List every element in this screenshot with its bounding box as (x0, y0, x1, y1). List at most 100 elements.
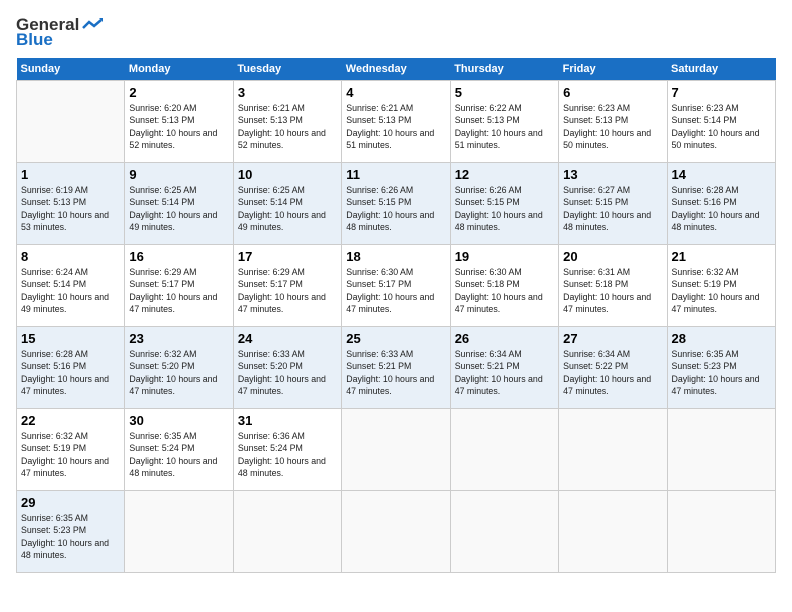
sunset-text: Sunset: 5:13 PM (238, 114, 337, 126)
day-number: 19 (455, 249, 554, 264)
calendar-cell: 6 Sunrise: 6:23 AM Sunset: 5:13 PM Dayli… (559, 81, 667, 163)
weekday-header-friday: Friday (559, 58, 667, 81)
day-info: Sunrise: 6:24 AM Sunset: 5:14 PM Dayligh… (21, 266, 120, 315)
day-info: Sunrise: 6:27 AM Sunset: 5:15 PM Dayligh… (563, 184, 662, 233)
calendar-cell: 22 Sunrise: 6:32 AM Sunset: 5:19 PM Dayl… (17, 409, 125, 491)
sunset-text: Sunset: 5:18 PM (563, 278, 662, 290)
sunrise-text: Sunrise: 6:33 AM (346, 348, 445, 360)
logo-blue: Blue (16, 31, 103, 48)
weekday-header-wednesday: Wednesday (342, 58, 450, 81)
sunset-text: Sunset: 5:16 PM (672, 196, 771, 208)
daylight-text: Daylight: 10 hours and 47 minutes. (238, 291, 337, 316)
weekday-header-monday: Monday (125, 58, 233, 81)
calendar-cell: 15 Sunrise: 6:28 AM Sunset: 5:16 PM Dayl… (17, 327, 125, 409)
sunrise-text: Sunrise: 6:32 AM (129, 348, 228, 360)
calendar-cell (450, 491, 558, 573)
calendar-cell: 1 Sunrise: 6:19 AM Sunset: 5:13 PM Dayli… (17, 163, 125, 245)
day-number: 30 (129, 413, 228, 428)
day-number: 26 (455, 331, 554, 346)
sunrise-text: Sunrise: 6:35 AM (21, 512, 120, 524)
weekday-header-sunday: Sunday (17, 58, 125, 81)
sunrise-text: Sunrise: 6:26 AM (455, 184, 554, 196)
day-info: Sunrise: 6:35 AM Sunset: 5:23 PM Dayligh… (672, 348, 771, 397)
calendar-row-0: 2 Sunrise: 6:20 AM Sunset: 5:13 PM Dayli… (17, 81, 776, 163)
day-info: Sunrise: 6:33 AM Sunset: 5:21 PM Dayligh… (346, 348, 445, 397)
calendar-row-3: 15 Sunrise: 6:28 AM Sunset: 5:16 PM Dayl… (17, 327, 776, 409)
sunrise-text: Sunrise: 6:32 AM (21, 430, 120, 442)
sunrise-text: Sunrise: 6:34 AM (455, 348, 554, 360)
day-info: Sunrise: 6:29 AM Sunset: 5:17 PM Dayligh… (129, 266, 228, 315)
daylight-text: Daylight: 10 hours and 48 minutes. (238, 455, 337, 480)
sunset-text: Sunset: 5:23 PM (21, 524, 120, 536)
calendar-cell: 4 Sunrise: 6:21 AM Sunset: 5:13 PM Dayli… (342, 81, 450, 163)
sunrise-text: Sunrise: 6:25 AM (238, 184, 337, 196)
sunrise-text: Sunrise: 6:19 AM (21, 184, 120, 196)
calendar-cell (342, 409, 450, 491)
day-info: Sunrise: 6:31 AM Sunset: 5:18 PM Dayligh… (563, 266, 662, 315)
calendar-cell: 2 Sunrise: 6:20 AM Sunset: 5:13 PM Dayli… (125, 81, 233, 163)
day-number: 25 (346, 331, 445, 346)
sunrise-text: Sunrise: 6:28 AM (672, 184, 771, 196)
calendar-cell: 26 Sunrise: 6:34 AM Sunset: 5:21 PM Dayl… (450, 327, 558, 409)
calendar-cell: 11 Sunrise: 6:26 AM Sunset: 5:15 PM Dayl… (342, 163, 450, 245)
day-number: 7 (672, 85, 771, 100)
weekday-header-thursday: Thursday (450, 58, 558, 81)
day-info: Sunrise: 6:26 AM Sunset: 5:15 PM Dayligh… (455, 184, 554, 233)
daylight-text: Daylight: 10 hours and 47 minutes. (346, 373, 445, 398)
day-info: Sunrise: 6:19 AM Sunset: 5:13 PM Dayligh… (21, 184, 120, 233)
sunrise-text: Sunrise: 6:21 AM (238, 102, 337, 114)
calendar-cell: 18 Sunrise: 6:30 AM Sunset: 5:17 PM Dayl… (342, 245, 450, 327)
calendar-cell: 24 Sunrise: 6:33 AM Sunset: 5:20 PM Dayl… (233, 327, 341, 409)
daylight-text: Daylight: 10 hours and 47 minutes. (563, 373, 662, 398)
sunrise-text: Sunrise: 6:21 AM (346, 102, 445, 114)
day-info: Sunrise: 6:26 AM Sunset: 5:15 PM Dayligh… (346, 184, 445, 233)
sunrise-text: Sunrise: 6:35 AM (672, 348, 771, 360)
sunrise-text: Sunrise: 6:35 AM (129, 430, 228, 442)
day-number: 22 (21, 413, 120, 428)
day-number: 1 (21, 167, 120, 182)
sunrise-text: Sunrise: 6:30 AM (346, 266, 445, 278)
day-number: 15 (21, 331, 120, 346)
day-info: Sunrise: 6:30 AM Sunset: 5:18 PM Dayligh… (455, 266, 554, 315)
sunrise-text: Sunrise: 6:29 AM (238, 266, 337, 278)
weekday-header-saturday: Saturday (667, 58, 775, 81)
sunset-text: Sunset: 5:13 PM (129, 114, 228, 126)
sunset-text: Sunset: 5:17 PM (238, 278, 337, 290)
day-number: 27 (563, 331, 662, 346)
calendar-cell: 13 Sunrise: 6:27 AM Sunset: 5:15 PM Dayl… (559, 163, 667, 245)
daylight-text: Daylight: 10 hours and 47 minutes. (346, 291, 445, 316)
calendar-cell: 21 Sunrise: 6:32 AM Sunset: 5:19 PM Dayl… (667, 245, 775, 327)
daylight-text: Daylight: 10 hours and 51 minutes. (455, 127, 554, 152)
daylight-text: Daylight: 10 hours and 51 minutes. (346, 127, 445, 152)
daylight-text: Daylight: 10 hours and 47 minutes. (129, 291, 228, 316)
day-number: 12 (455, 167, 554, 182)
day-number: 18 (346, 249, 445, 264)
day-number: 3 (238, 85, 337, 100)
calendar-cell: 12 Sunrise: 6:26 AM Sunset: 5:15 PM Dayl… (450, 163, 558, 245)
calendar-cell: 17 Sunrise: 6:29 AM Sunset: 5:17 PM Dayl… (233, 245, 341, 327)
sunset-text: Sunset: 5:22 PM (563, 360, 662, 372)
calendar-cell (233, 491, 341, 573)
calendar-row-5: 29 Sunrise: 6:35 AM Sunset: 5:23 PM Dayl… (17, 491, 776, 573)
calendar-cell: 9 Sunrise: 6:25 AM Sunset: 5:14 PM Dayli… (125, 163, 233, 245)
sunset-text: Sunset: 5:20 PM (129, 360, 228, 372)
day-number: 13 (563, 167, 662, 182)
day-info: Sunrise: 6:29 AM Sunset: 5:17 PM Dayligh… (238, 266, 337, 315)
sunrise-text: Sunrise: 6:25 AM (129, 184, 228, 196)
day-number: 9 (129, 167, 228, 182)
sunset-text: Sunset: 5:14 PM (21, 278, 120, 290)
sunset-text: Sunset: 5:17 PM (346, 278, 445, 290)
calendar-cell: 31 Sunrise: 6:36 AM Sunset: 5:24 PM Dayl… (233, 409, 341, 491)
calendar-cell (450, 409, 558, 491)
day-number: 20 (563, 249, 662, 264)
sunset-text: Sunset: 5:17 PM (129, 278, 228, 290)
daylight-text: Daylight: 10 hours and 48 minutes. (672, 209, 771, 234)
daylight-text: Daylight: 10 hours and 52 minutes. (129, 127, 228, 152)
sunrise-text: Sunrise: 6:29 AM (129, 266, 228, 278)
day-info: Sunrise: 6:28 AM Sunset: 5:16 PM Dayligh… (672, 184, 771, 233)
sunset-text: Sunset: 5:20 PM (238, 360, 337, 372)
day-info: Sunrise: 6:22 AM Sunset: 5:13 PM Dayligh… (455, 102, 554, 151)
calendar-cell (125, 491, 233, 573)
day-info: Sunrise: 6:20 AM Sunset: 5:13 PM Dayligh… (129, 102, 228, 151)
day-number: 11 (346, 167, 445, 182)
